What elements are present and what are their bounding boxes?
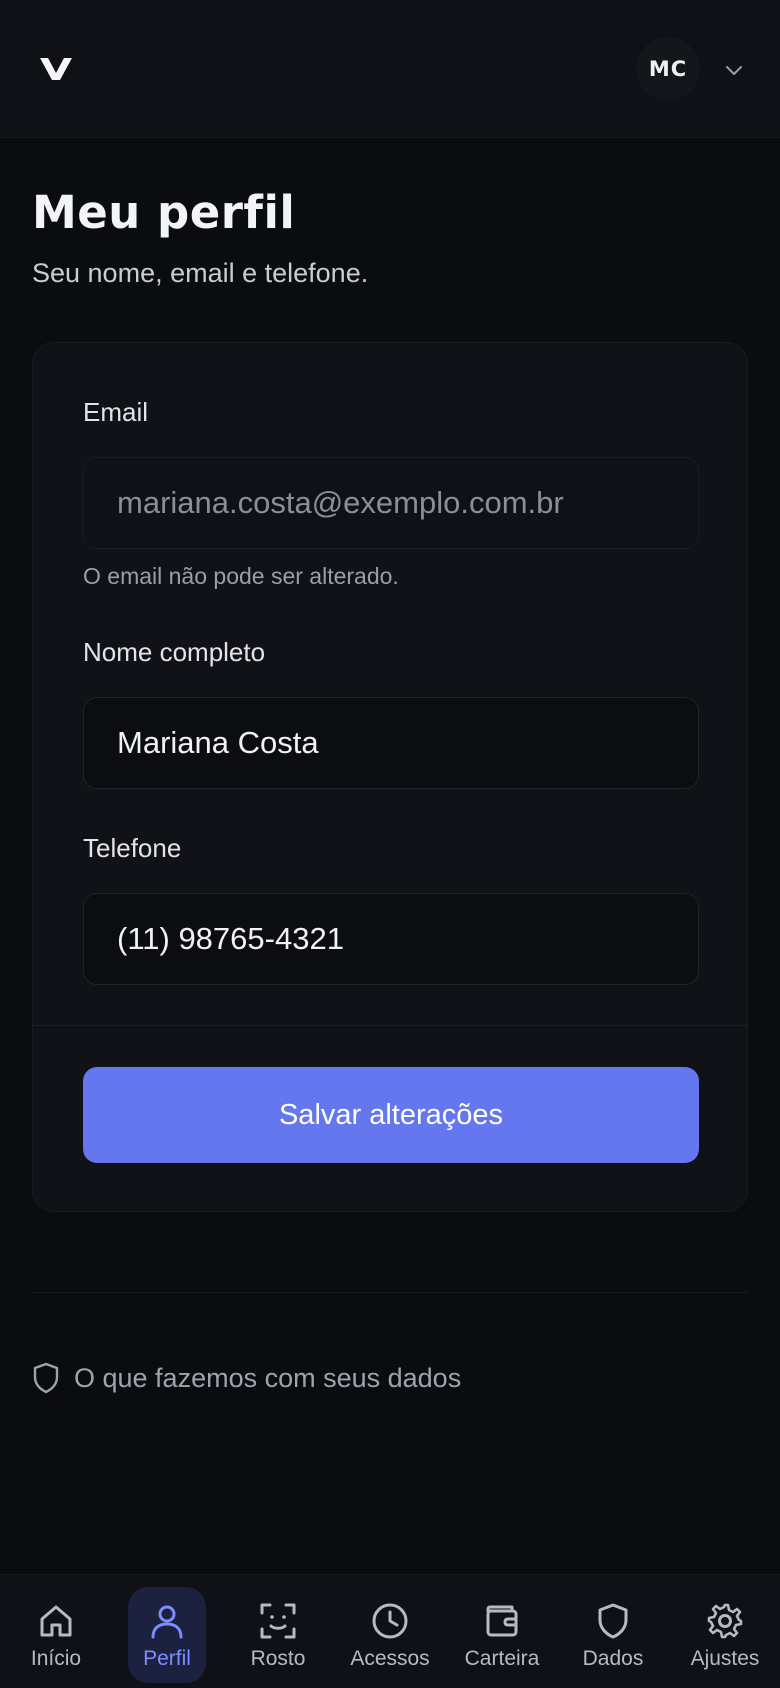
nav-item-label: Rosto xyxy=(250,1647,306,1670)
wallet-icon xyxy=(486,1605,518,1637)
save-button[interactable]: Salvar alterações xyxy=(83,1067,699,1163)
privacy-link[interactable]: O que fazemos com seus dados xyxy=(32,1358,461,1398)
nav-item-carteira[interactable]: Carteira xyxy=(458,1587,546,1683)
face-scan-icon xyxy=(260,1603,296,1639)
nav-item-label: Acessos xyxy=(350,1647,430,1670)
bottom-navigation: Início Perfil Rosto Acessos Carteira Dad… xyxy=(0,1574,780,1688)
card-divider xyxy=(33,1025,747,1026)
nav-item-dados[interactable]: Dados xyxy=(572,1587,654,1683)
shield-icon xyxy=(598,1603,628,1639)
nav-item-label: Carteira xyxy=(464,1647,540,1670)
page-title: Meu perfil xyxy=(32,186,296,239)
phone-label: Telefone xyxy=(83,833,182,863)
app-header: MC xyxy=(0,0,780,138)
phone-field[interactable] xyxy=(83,893,699,985)
avatar[interactable]: MC xyxy=(636,37,700,101)
email-label: Email xyxy=(83,397,149,427)
section-divider xyxy=(32,1292,748,1293)
clock-icon xyxy=(372,1603,408,1639)
nav-item-inicio[interactable]: Início xyxy=(16,1587,96,1683)
name-field[interactable] xyxy=(83,697,699,789)
email-help-text: O email não pode ser alterado. xyxy=(83,563,399,589)
privacy-link-label: O que fazemos com seus dados xyxy=(74,1362,462,1393)
gear-icon xyxy=(707,1603,743,1639)
email-field[interactable] xyxy=(83,457,699,549)
chevron-down-icon[interactable] xyxy=(722,58,746,82)
nav-item-perfil[interactable]: Perfil xyxy=(128,1587,206,1683)
nav-item-label: Ajustes xyxy=(690,1647,760,1670)
nav-item-rosto[interactable]: Rosto xyxy=(238,1587,318,1683)
nav-item-label: Início xyxy=(30,1647,82,1670)
nav-item-acessos[interactable]: Acessos xyxy=(346,1587,434,1683)
shield-icon xyxy=(33,1362,59,1394)
nav-item-label: Perfil xyxy=(143,1647,191,1670)
nav-item-label: Dados xyxy=(582,1647,644,1670)
v-logo-icon[interactable] xyxy=(40,54,72,82)
user-icon xyxy=(151,1605,183,1639)
profile-form-card: Email O email não pode ser alterado. Nom… xyxy=(32,342,748,1212)
nav-item-ajustes[interactable]: Ajustes xyxy=(684,1587,766,1683)
home-icon xyxy=(40,1605,72,1637)
page-subtitle: Seu nome, email e telefone. xyxy=(32,258,369,288)
name-label: Nome completo xyxy=(83,637,266,667)
